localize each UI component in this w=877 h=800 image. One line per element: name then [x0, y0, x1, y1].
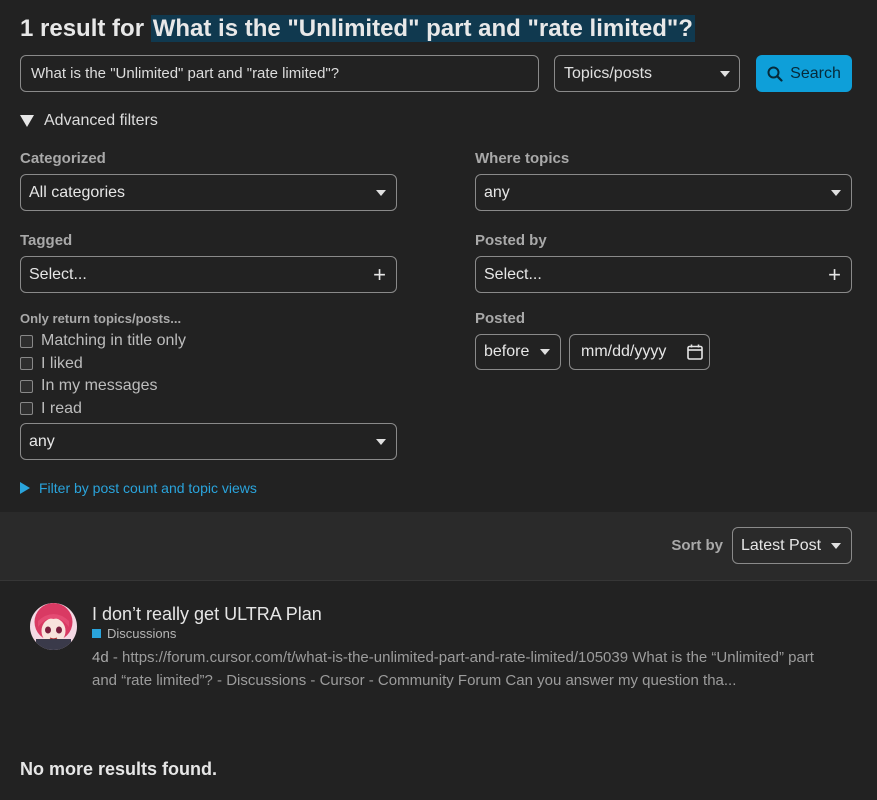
result-date: 4d [92, 649, 109, 666]
posted-before-select[interactable]: before [475, 334, 561, 370]
category-color-square [92, 629, 101, 638]
advanced-filters-label: Advanced filters [44, 112, 158, 129]
search-type-select[interactable]: Topics/posts [554, 55, 740, 92]
post-count-filter-label: Filter by post count and topic views [39, 480, 257, 496]
avatar[interactable] [30, 603, 77, 650]
sort-controls: Sort by Latest Post [671, 527, 852, 564]
search-term-highlight: What is the "Unlimited" part and "rate l… [150, 15, 695, 42]
chevron-down-icon [831, 542, 841, 549]
checkbox-label: In my messages [41, 377, 158, 395]
search-row: What is the "Unlimited" part and "rate l… [20, 55, 852, 92]
where-topics-select[interactable]: any [475, 174, 852, 211]
posted-before-value: before [484, 343, 530, 360]
chevron-down-icon [540, 349, 550, 355]
result-title-link[interactable]: I don’t really get ULTRA Plan [92, 603, 850, 625]
checkbox-label: Matching in title only [41, 332, 186, 350]
posted-date-input[interactable]: mm/dd/yyyy [569, 334, 710, 370]
tag-select-value: Select... [29, 265, 87, 283]
result-count-text: 1 result for [20, 15, 145, 42]
categorized-label: Categorized [20, 150, 106, 167]
date-placeholder: mm/dd/yyyy [581, 343, 667, 360]
checkbox[interactable] [20, 334, 33, 348]
plus-icon: + [373, 261, 386, 287]
search-type-value: Topics/posts [564, 64, 653, 82]
tagged-label: Tagged [20, 232, 73, 249]
calendar-icon[interactable] [686, 343, 704, 361]
checkbox-label: I read [41, 399, 82, 417]
checkbox[interactable] [20, 357, 33, 371]
checkbox[interactable] [20, 402, 33, 416]
only-return-select-value: any [29, 432, 55, 450]
result-blurb-text: https://forum.cursor.com/t/what-is-the-u… [92, 649, 814, 689]
where-topics-value: any [484, 183, 510, 201]
search-header: 1 result for What is the "Unlimited" par… [0, 0, 877, 130]
search-result: I don’t really get ULTRA Plan Discussion… [30, 603, 850, 692]
checkbox-row[interactable]: I liked [20, 353, 397, 376]
chevron-down-icon [831, 189, 841, 196]
category-select-value: All categories [29, 183, 126, 201]
search-button-label: Search [790, 64, 841, 82]
sort-label: Sort by [671, 537, 723, 554]
triangle-down-icon [20, 115, 34, 127]
only-return-select[interactable]: any [20, 423, 397, 460]
advanced-filters-toggle[interactable]: Advanced filters [20, 112, 852, 130]
chevron-down-icon [720, 70, 730, 77]
posted-by-value: Select... [484, 265, 542, 283]
filters-right-column: Where topics any Posted by Select... + P… [475, 150, 852, 370]
checkbox-row[interactable]: In my messages [20, 375, 397, 398]
chevron-down-icon [376, 189, 386, 196]
category-name: Discussions [107, 626, 177, 641]
result-body: I don’t really get ULTRA Plan Discussion… [92, 603, 850, 692]
triangle-right-icon [20, 482, 30, 494]
page-title: 1 result for What is the "Unlimited" par… [20, 14, 852, 44]
advanced-filters-panel: Categorized All categories Tagged Select… [0, 150, 877, 530]
sort-bar: Sort by Latest Post [0, 512, 877, 581]
search-icon [767, 66, 783, 82]
posted-by-label: Posted by [475, 232, 547, 249]
checkbox-label: I liked [41, 354, 83, 372]
checkbox-row[interactable]: I read [20, 398, 397, 421]
avatar-image [30, 603, 77, 650]
checkbox[interactable] [20, 379, 33, 393]
only-return-label: Only return topics/posts... [20, 311, 182, 326]
result-blurb: 4d - https://forum.cursor.com/t/what-is-… [92, 647, 832, 692]
posted-by-select[interactable]: Select... + [475, 256, 852, 293]
date-separator: - [112, 649, 123, 666]
search-input[interactable]: What is the "Unlimited" part and "rate l… [20, 55, 539, 92]
no-more-results: No more results found. [20, 759, 218, 779]
tag-select[interactable]: Select... + [20, 256, 397, 293]
category-select[interactable]: All categories [20, 174, 397, 211]
plus-icon: + [828, 261, 841, 287]
category-badge[interactable]: Discussions [92, 626, 850, 641]
sort-select[interactable]: Latest Post [732, 527, 852, 564]
sort-select-value: Latest Post [741, 536, 822, 554]
where-topics-label: Where topics [475, 150, 570, 167]
search-button[interactable]: Search [756, 55, 852, 92]
posted-date-row: before mm/dd/yyyy [475, 334, 852, 370]
post-count-filter-link[interactable]: Filter by post count and topic views [20, 480, 397, 496]
filters-left-column: Categorized All categories Tagged Select… [20, 150, 397, 496]
only-return-options: Matching in title only I liked In my mes… [20, 330, 397, 420]
chevron-down-icon [376, 438, 386, 445]
checkbox-row[interactable]: Matching in title only [20, 330, 397, 353]
posted-label: Posted [475, 310, 526, 327]
